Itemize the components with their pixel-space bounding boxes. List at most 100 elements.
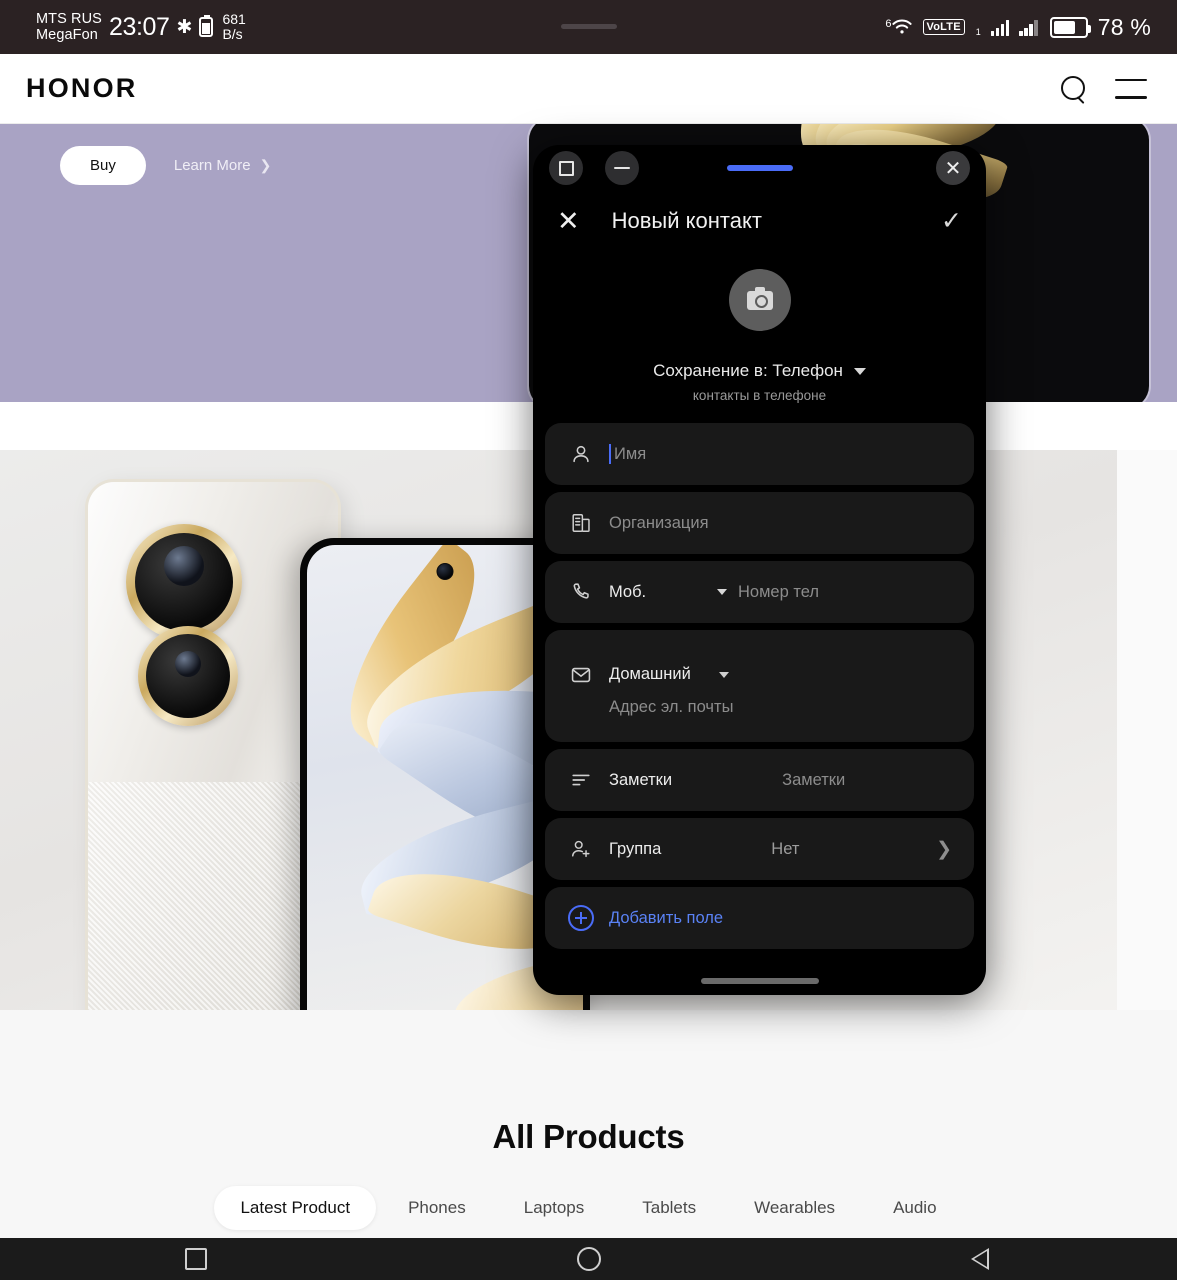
header-icon-group: [1061, 75, 1177, 102]
battery-percent: 78 %: [1097, 13, 1151, 40]
product-band-right-edge: [1117, 450, 1177, 1010]
status-bar-clock: 23:07: [108, 12, 170, 41]
add-field-label: Добавить поле: [609, 908, 724, 927]
contact-fields-list: Имя Организация Моб. Номер тел Домашний …: [533, 423, 986, 949]
hamburger-menu-icon[interactable]: [1115, 78, 1147, 99]
camera-icon: [746, 286, 773, 310]
camera-ring-top: [126, 524, 242, 640]
field-phone-type[interactable]: Моб.: [609, 583, 646, 602]
square-recents-icon[interactable]: [185, 1248, 208, 1270]
status-bar: MTS RUS MegaFon 23:07 ✱ 681 B/s 6 VoLTE …: [0, 0, 1177, 54]
carrier-names: MTS RUS MegaFon: [36, 11, 102, 43]
tab-tablets[interactable]: Tablets: [616, 1186, 722, 1230]
plus-circle-icon: [567, 905, 595, 931]
floating-contact-window: ✕ ✕ Новый контакт ✓ Сохранение в: Телефо…: [533, 145, 986, 995]
field-group-label: Группа: [609, 839, 662, 858]
circle-home-icon[interactable]: [577, 1247, 602, 1271]
hero-cta-group: Buy Learn More ❯: [60, 146, 271, 185]
bluetooth-icon: ✱: [176, 16, 193, 38]
status-bar-left: MTS RUS MegaFon 23:07 ✱ 681 B/s: [0, 11, 246, 43]
field-email-value-row[interactable]: Адрес эл. почты: [567, 698, 952, 717]
wifi-icon: 6: [885, 18, 912, 36]
camera-lens-2: [175, 651, 201, 677]
text-cursor: [609, 444, 611, 464]
data-speed-value: 681: [222, 11, 246, 27]
contact-screen-title: Новый контакт: [611, 208, 762, 233]
front-camera-icon: [436, 563, 454, 580]
camera-lens-1: [164, 546, 204, 586]
carrier-primary: MTS RUS: [36, 11, 102, 27]
field-notes[interactable]: Заметки Заметки: [545, 749, 974, 811]
page-title: All Products: [492, 1118, 685, 1155]
add-person-group-icon: [567, 838, 595, 860]
contact-avatar-block: Сохранение в: Телефон контакты в телефон…: [533, 269, 986, 403]
data-speed: 681 B/s: [220, 12, 245, 42]
chevron-right-icon[interactable]: ❯: [936, 838, 952, 861]
field-notes-placeholder: Заметки: [782, 770, 846, 789]
save-to-label: Сохранение в: Телефон: [653, 361, 843, 380]
camera-ring-bottom: [138, 626, 238, 726]
field-name[interactable]: Имя: [545, 423, 974, 485]
avatar[interactable]: [728, 269, 791, 331]
signal-bars-icon-sim1: [990, 18, 1010, 36]
contact-app-bar: ✕ Новый контакт ✓: [533, 191, 986, 251]
save-to-subtitle: контакты в телефоне: [692, 388, 827, 403]
save-contact-check-icon[interactable]: ✓: [941, 208, 962, 234]
battery-icon: [1049, 16, 1091, 38]
wifi-generation-label: 6: [885, 18, 892, 30]
window-drag-handle[interactable]: [726, 165, 793, 171]
field-email-type-row: Домашний: [567, 664, 952, 686]
tab-laptops[interactable]: Laptops: [498, 1186, 611, 1230]
mail-icon: [567, 664, 595, 686]
field-organization[interactable]: Организация: [545, 492, 974, 554]
camera-module-top: [135, 533, 233, 631]
field-phone[interactable]: Моб. Номер тел: [545, 561, 974, 623]
field-email-type[interactable]: Домашний: [609, 665, 691, 684]
chevron-down-icon: [853, 367, 866, 375]
carrier-secondary: MegaFon: [36, 27, 98, 43]
search-icon[interactable]: [1061, 75, 1087, 102]
signal-bars-icon-sim2: [1019, 18, 1038, 36]
notes-lines-icon: [567, 769, 595, 791]
volte-sim-index: 1: [975, 27, 981, 37]
field-name-placeholder: Имя: [614, 444, 647, 463]
site-header: HONOR: [0, 54, 1177, 124]
field-phone-right: Номер тел: [717, 583, 952, 602]
floating-window-titlebar: ✕: [533, 145, 986, 191]
tab-phones[interactable]: Phones: [382, 1186, 492, 1230]
tab-latest-product[interactable]: Latest Product: [214, 1186, 377, 1230]
caret-down-icon[interactable]: [718, 671, 729, 678]
buy-button[interactable]: Buy: [60, 146, 146, 185]
tab-wearables[interactable]: Wearables: [728, 1186, 861, 1230]
status-bar-right: 6 VoLTE 1 78 %: [885, 14, 1177, 41]
bluetooth-battery-icon: [199, 15, 214, 37]
caret-down-icon[interactable]: [717, 589, 727, 595]
window-resize-handle[interactable]: [700, 978, 819, 984]
phone-icon: [567, 581, 595, 603]
chevron-right-icon: ❯: [259, 157, 272, 173]
add-field-button[interactable]: Добавить поле: [545, 887, 974, 949]
product-category-tabs: Latest Product Phones Laptops Tablets We…: [0, 1186, 1177, 1230]
field-email[interactable]: Домашний Адрес эл. почты: [545, 630, 974, 742]
camera-module-bottom: [146, 634, 230, 718]
all-products-section: All Products Latest Product Phones Lapto…: [0, 1010, 1177, 1242]
field-organization-placeholder: Организация: [609, 513, 709, 532]
triangle-back-icon[interactable]: [970, 1247, 992, 1271]
close-x-icon[interactable]: ✕: [936, 151, 970, 185]
camera-notch: [560, 24, 617, 29]
data-speed-unit: B/s: [222, 26, 243, 42]
learn-more-label: Learn More: [173, 157, 251, 174]
android-navigation-bar: [0, 1238, 1177, 1280]
minimize-dash-icon[interactable]: [605, 151, 639, 185]
save-to-account-selector[interactable]: Сохранение в: Телефон: [653, 361, 866, 381]
learn-more-link[interactable]: Learn More ❯: [174, 157, 271, 174]
person-icon: [567, 443, 595, 465]
cancel-contact-icon[interactable]: ✕: [557, 207, 580, 235]
volte-badge: VoLTE: [922, 19, 965, 35]
maximize-square-icon[interactable]: [549, 151, 583, 185]
tab-audio[interactable]: Audio: [867, 1186, 962, 1230]
field-notes-label: Заметки: [609, 770, 673, 789]
honor-logo[interactable]: HONOR: [26, 73, 138, 104]
field-phone-placeholder: Номер тел: [738, 582, 820, 601]
field-group[interactable]: Группа Нет ❯: [545, 818, 974, 880]
